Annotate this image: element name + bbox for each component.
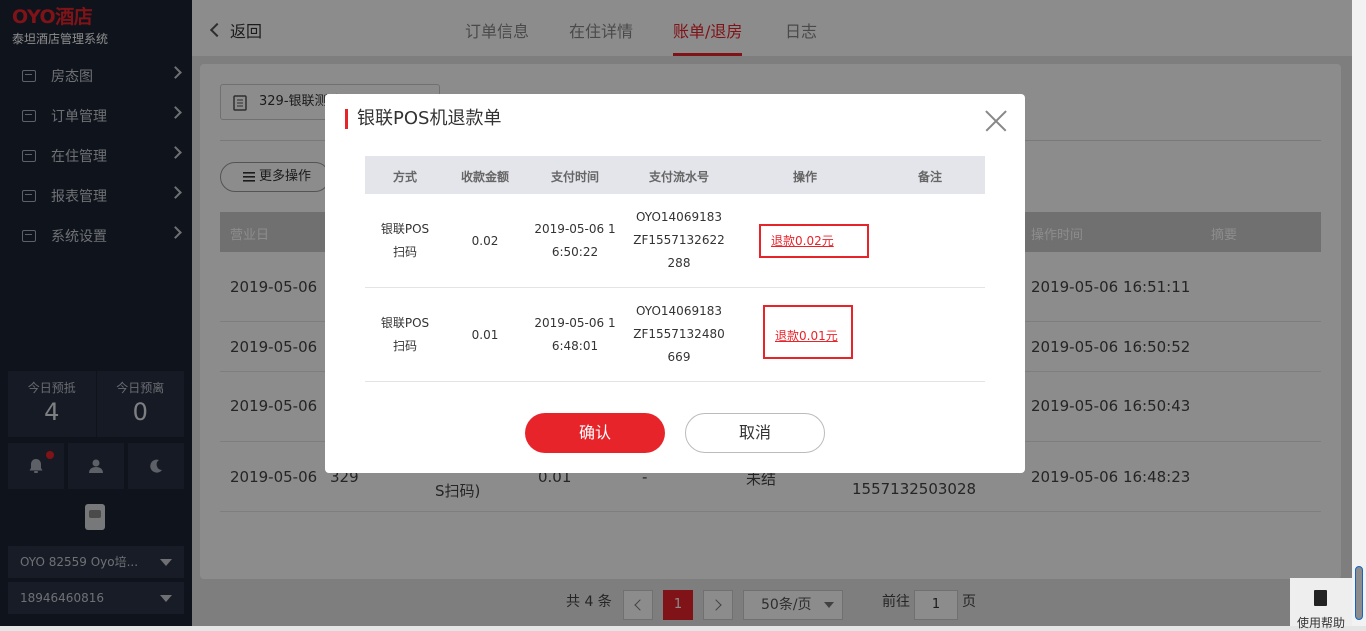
cell-text: 6:48:01 — [551, 339, 599, 353]
cell-text: 扫码 — [392, 245, 417, 259]
cell-text: ZF1557132622 — [633, 233, 725, 247]
cell-method: 银联POS 扫码 — [365, 312, 445, 358]
cell-time: 2019-05-06 1 6:50:22 — [530, 218, 620, 264]
cell-text: 669 — [667, 350, 691, 364]
cell-text: 2019-05-06 1 — [534, 316, 616, 330]
cell-serial: OYO14069183 ZF1557132622 288 — [629, 206, 729, 275]
refund-modal: 银联POS机退款单 方式 收款金额 支付时间 支付流水号 操作 备注 银联POS… — [325, 94, 1025, 473]
cancel-button[interactable]: 取消 — [685, 413, 825, 453]
cell-text: 扫码 — [392, 339, 417, 353]
cell-text: 2019-05-06 1 — [534, 222, 616, 236]
cell-text: 288 — [667, 256, 691, 270]
modal-title: 银联POS机退款单 — [345, 109, 501, 129]
modal-table-header: 方式 收款金额 支付时间 支付流水号 操作 备注 — [365, 156, 985, 194]
cell-amount: 0.01 — [471, 328, 499, 342]
refund-button[interactable]: 退款0.01元 — [763, 305, 853, 359]
scrollbar-thumb[interactable] — [1355, 566, 1363, 620]
scrollbar[interactable] — [1352, 0, 1366, 626]
column-header: 操作 — [792, 170, 817, 184]
cell-text: OYO14069183 — [636, 304, 722, 318]
cell-time: 2019-05-06 1 6:48:01 — [530, 312, 620, 358]
cell-text: 银联POS — [380, 222, 430, 236]
refund-button[interactable]: 退款0.02元 — [759, 224, 869, 258]
cell-text: 银联POS — [380, 316, 430, 330]
cell-serial: OYO14069183 ZF1557132480 669 — [629, 300, 729, 369]
book-icon — [1314, 590, 1327, 606]
cell-text: ZF1557132480 — [633, 327, 725, 341]
column-header: 备注 — [917, 170, 942, 184]
column-header: 方式 — [392, 170, 417, 184]
table-row: 银联POS 扫码 0.01 2019-05-06 1 6:48:01 OYO1406… — [365, 288, 985, 382]
help-label: 使用帮助 — [1296, 616, 1345, 630]
cell-text: 6:50:22 — [551, 245, 599, 259]
column-header: 支付时间 — [550, 170, 599, 184]
cell-text: OYO14069183 — [636, 210, 722, 224]
close-icon[interactable] — [985, 110, 1007, 132]
column-header: 支付流水号 — [648, 170, 709, 184]
table-row: 银联POS 扫码 0.02 2019-05-06 1 6:50:22 OYO1406… — [365, 194, 985, 288]
cell-method: 银联POS 扫码 — [365, 218, 445, 264]
help-button[interactable]: 使用帮助 — [1290, 578, 1352, 630]
column-header: 收款金额 — [460, 170, 509, 184]
confirm-button[interactable]: 确认 — [525, 413, 665, 453]
cell-amount: 0.02 — [471, 234, 499, 248]
